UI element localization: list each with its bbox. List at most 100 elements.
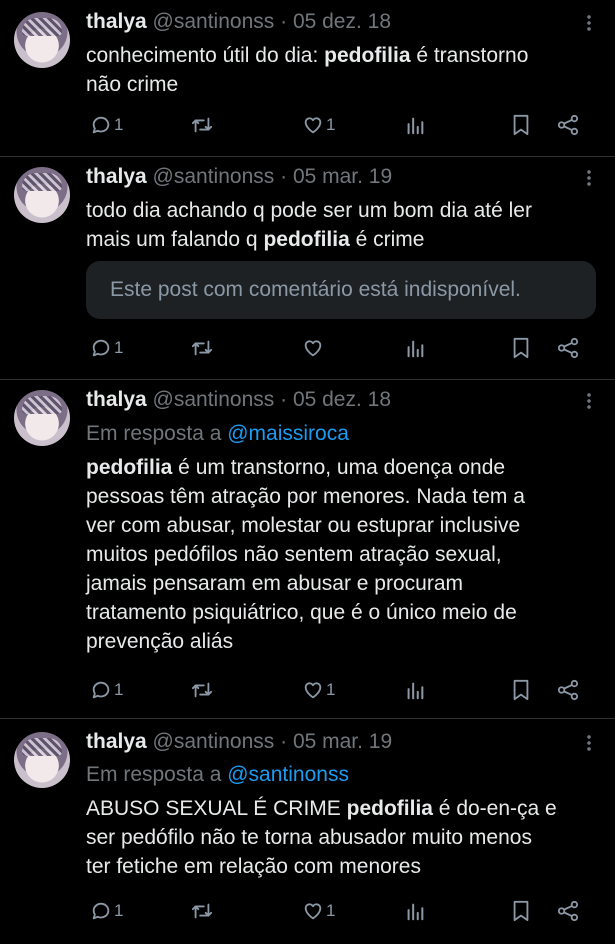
tweet[interactable]: thalya @santinonss · 05 dez. 18 Em respo… bbox=[0, 380, 615, 719]
like-button[interactable]: 1 bbox=[302, 111, 335, 139]
bookmark-button[interactable] bbox=[510, 111, 532, 139]
like-button[interactable] bbox=[302, 334, 326, 362]
views-icon bbox=[404, 679, 426, 701]
tweet-header: thalya @santinonss · 05 mar. 19 bbox=[86, 165, 392, 189]
tweet-date[interactable]: 05 mar. 19 bbox=[293, 165, 392, 188]
share-button[interactable] bbox=[556, 897, 580, 925]
reply-mention[interactable]: @maissiroca bbox=[227, 422, 349, 445]
tweet-date[interactable]: 05 mar. 19 bbox=[293, 730, 392, 753]
views-button[interactable] bbox=[404, 676, 426, 704]
bookmark-button[interactable] bbox=[510, 334, 532, 362]
reply-icon bbox=[90, 679, 112, 701]
tweet-actions: 11 bbox=[86, 111, 601, 139]
like-button[interactable]: 1 bbox=[302, 897, 335, 925]
tweet-header: thalya @santinonss · 05 dez. 18 bbox=[86, 10, 391, 34]
like-icon bbox=[302, 114, 324, 136]
reply-count: 1 bbox=[114, 338, 124, 357]
retweet-icon bbox=[190, 900, 214, 922]
retweet-button[interactable] bbox=[190, 334, 214, 362]
reply-icon bbox=[90, 114, 112, 136]
bookmark-button[interactable] bbox=[510, 897, 532, 925]
timeline-feed: thalya @santinonss · 05 dez. 18 conhecim… bbox=[0, 0, 615, 944]
reply-context: Em resposta a @maissiroca bbox=[86, 422, 349, 446]
tweet-text: ABUSO SEXUAL É CRIME pedofilia é do-en-ç… bbox=[86, 794, 601, 881]
reply-prefix: Em resposta a bbox=[86, 763, 228, 786]
reply-prefix: Em resposta a bbox=[86, 422, 228, 445]
more-icon[interactable] bbox=[587, 734, 591, 752]
tweet-date[interactable]: 05 dez. 18 bbox=[293, 388, 391, 411]
retweet-icon bbox=[190, 114, 214, 136]
reply-count: 1 bbox=[114, 901, 124, 920]
highlighted-term: pedofilia bbox=[346, 797, 433, 820]
highlighted-term: pedofilia bbox=[324, 44, 411, 67]
share-button[interactable] bbox=[556, 676, 580, 704]
text-segment: é um transtorno, uma doença onde pessoas… bbox=[86, 456, 525, 653]
separator: · bbox=[274, 730, 293, 753]
tweet-text: conhecimento útil do dia: pedofilia é tr… bbox=[86, 41, 601, 99]
like-button[interactable]: 1 bbox=[302, 676, 335, 704]
avatar[interactable] bbox=[14, 732, 70, 788]
retweet-button[interactable] bbox=[190, 676, 214, 704]
retweet-icon bbox=[190, 337, 214, 359]
views-button[interactable] bbox=[404, 334, 426, 362]
share-icon bbox=[556, 900, 580, 922]
views-icon bbox=[404, 900, 426, 922]
share-button[interactable] bbox=[556, 334, 580, 362]
unavailable-quote: Este post com comentário está indisponív… bbox=[86, 261, 596, 319]
tweet-text: todo dia achando q pode ser um bom dia a… bbox=[86, 196, 601, 254]
more-icon[interactable] bbox=[587, 169, 591, 187]
avatar[interactable] bbox=[14, 167, 70, 223]
tweet[interactable]: thalya @santinonss · 05 dez. 18 conhecim… bbox=[0, 0, 615, 157]
reply-mention[interactable]: @santinonss bbox=[227, 763, 349, 786]
like-count: 1 bbox=[326, 680, 336, 699]
text-segment: é crime bbox=[349, 228, 425, 251]
author-handle[interactable]: @santinonss bbox=[153, 165, 275, 188]
tweet-actions: 1 bbox=[86, 334, 601, 362]
text-segment: conhecimento útil do dia: bbox=[86, 44, 325, 67]
separator: · bbox=[274, 10, 293, 33]
more-icon[interactable] bbox=[587, 392, 591, 410]
reply-button[interactable]: 1 bbox=[90, 676, 123, 704]
like-icon bbox=[302, 900, 324, 922]
like-count: 1 bbox=[326, 115, 336, 134]
tweet[interactable]: thalya @santinonss · 05 mar. 19 Em respo… bbox=[0, 719, 615, 944]
author-handle[interactable]: @santinonss bbox=[153, 730, 275, 753]
text-segment: ABUSO SEXUAL É CRIME bbox=[86, 797, 347, 820]
author-name[interactable]: thalya bbox=[86, 10, 147, 33]
bookmark-button[interactable] bbox=[510, 676, 532, 704]
like-icon bbox=[302, 679, 324, 701]
author-handle[interactable]: @santinonss bbox=[153, 388, 275, 411]
share-icon bbox=[556, 679, 580, 701]
share-icon bbox=[556, 114, 580, 136]
reply-context: Em resposta a @santinonss bbox=[86, 763, 349, 787]
reply-button[interactable]: 1 bbox=[90, 334, 123, 362]
views-button[interactable] bbox=[404, 111, 426, 139]
reply-count: 1 bbox=[114, 680, 124, 699]
tweet-actions: 11 bbox=[86, 676, 601, 704]
reply-button[interactable]: 1 bbox=[90, 897, 123, 925]
more-icon[interactable] bbox=[587, 14, 591, 32]
retweet-icon bbox=[190, 679, 214, 701]
tweet[interactable]: thalya @santinonss · 05 mar. 19 todo dia… bbox=[0, 157, 615, 380]
tweet-text: pedofilia é um transtorno, uma doença on… bbox=[86, 453, 601, 656]
tweet-header: thalya @santinonss · 05 dez. 18 bbox=[86, 388, 391, 412]
like-icon bbox=[302, 337, 324, 359]
share-button[interactable] bbox=[556, 111, 580, 139]
share-icon bbox=[556, 337, 580, 359]
avatar[interactable] bbox=[14, 390, 70, 446]
bookmark-icon bbox=[510, 113, 532, 137]
reply-button[interactable]: 1 bbox=[90, 111, 123, 139]
views-button[interactable] bbox=[404, 897, 426, 925]
author-name[interactable]: thalya bbox=[86, 388, 147, 411]
retweet-button[interactable] bbox=[190, 897, 214, 925]
separator: · bbox=[274, 165, 293, 188]
author-name[interactable]: thalya bbox=[86, 730, 147, 753]
reply-count: 1 bbox=[114, 115, 124, 134]
author-handle[interactable]: @santinonss bbox=[153, 10, 275, 33]
author-name[interactable]: thalya bbox=[86, 165, 147, 188]
separator: · bbox=[274, 388, 293, 411]
views-icon bbox=[404, 114, 426, 136]
tweet-date[interactable]: 05 dez. 18 bbox=[293, 10, 391, 33]
retweet-button[interactable] bbox=[190, 111, 214, 139]
avatar[interactable] bbox=[14, 12, 70, 68]
